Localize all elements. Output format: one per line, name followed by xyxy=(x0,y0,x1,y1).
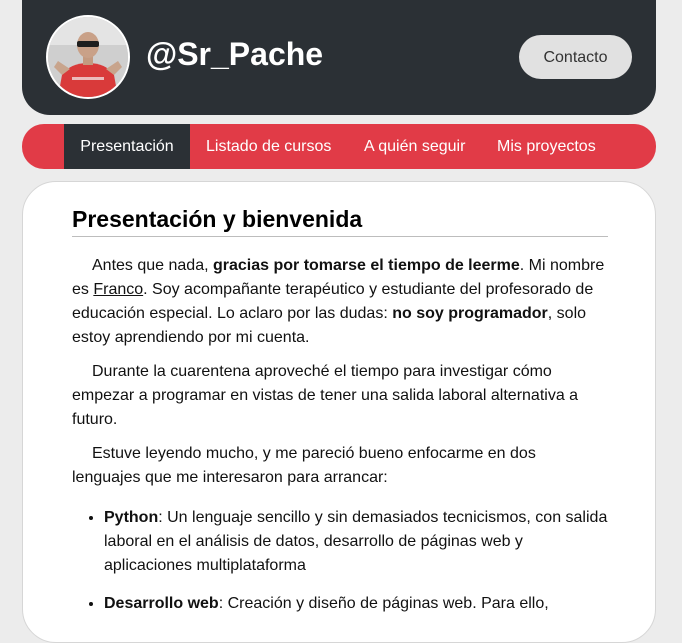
profile-handle: @Sr_Pache xyxy=(146,36,324,72)
list-item-desc: : Un lenguaje sencillo y sin demasiados … xyxy=(104,509,608,574)
intro-text: Antes que nada, xyxy=(92,257,213,274)
main-content: Presentación y bienvenida Antes que nada… xyxy=(22,181,656,643)
list-item: Python: Un lenguaje sencillo y sin demas… xyxy=(104,506,608,578)
quarantine-paragraph: Durante la cuarentena aproveché el tiemp… xyxy=(72,363,579,428)
name-link[interactable]: Franco xyxy=(93,281,143,298)
intro-emphasis: no soy programador xyxy=(392,305,548,322)
list-item-desc: : Creación y diseño de páginas web. Para… xyxy=(218,595,549,612)
section-title: Presentación y bienvenida xyxy=(72,206,608,237)
languages-list: Python: Un lenguaje sencillo y sin demas… xyxy=(72,506,608,616)
list-item-name: Desarrollo web xyxy=(104,595,219,612)
avatar-photo xyxy=(48,17,128,97)
intro-paragraph: Antes que nada, gracias por tomarse el t… xyxy=(72,254,608,350)
list-item-name: Python xyxy=(104,509,159,526)
nav-item-a-quien-seguir[interactable]: A quién seguir xyxy=(364,124,465,169)
contact-button[interactable]: Contacto xyxy=(519,35,632,79)
intro-emphasis: gracias por tomarse el tiempo de leerme xyxy=(212,257,520,274)
languages-intro-paragraph: Estuve leyendo mucho, y me pareció bueno… xyxy=(72,445,536,486)
nav-item-mis-proyectos[interactable]: Mis proyectos xyxy=(497,124,596,169)
main-nav: Presentación Listado de cursos A quién s… xyxy=(22,124,656,169)
profile-header: @Sr_Pache Contacto xyxy=(22,0,656,115)
nav-item-presentacion[interactable]: Presentación xyxy=(64,124,190,169)
avatar[interactable] xyxy=(46,15,130,99)
nav-item-listado-de-cursos[interactable]: Listado de cursos xyxy=(206,124,331,169)
list-item: Desarrollo web: Creación y diseño de pág… xyxy=(104,592,608,616)
